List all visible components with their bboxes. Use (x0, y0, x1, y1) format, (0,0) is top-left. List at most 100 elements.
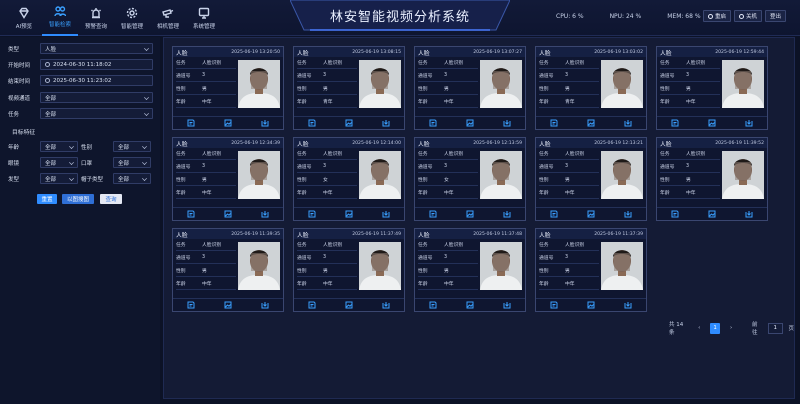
export-icon[interactable] (745, 210, 753, 218)
next-page-icon[interactable]: › (726, 323, 736, 334)
start-time-input[interactable]: 2024-06-30 11:18:02 (40, 59, 153, 70)
result-card[interactable]: 人脸 2025-06-19 13:20:50 任务 人脸识别 通道号 3 性别 男年龄 中年 (172, 46, 284, 130)
face-snapshot[interactable] (238, 151, 280, 199)
nav-camera-management[interactable]: 相机管理 (150, 0, 186, 36)
detail-icon[interactable] (550, 210, 558, 218)
image-icon[interactable] (466, 301, 474, 309)
face-snapshot[interactable] (238, 60, 280, 108)
face-snapshot[interactable] (480, 60, 522, 108)
detail-icon[interactable] (187, 210, 195, 218)
image-icon[interactable] (587, 119, 595, 127)
type-select[interactable]: 人脸 (40, 43, 153, 54)
face-snapshot[interactable] (601, 60, 643, 108)
export-icon[interactable] (382, 210, 390, 218)
detail-icon[interactable] (429, 301, 437, 309)
face-snapshot[interactable] (480, 242, 522, 290)
face-snapshot[interactable] (359, 60, 401, 108)
detail-icon[interactable] (308, 210, 316, 218)
glasses-select[interactable]: 全部 (40, 157, 78, 168)
export-icon[interactable] (261, 301, 269, 309)
detail-icon[interactable] (187, 119, 195, 127)
hat-select[interactable]: 全部 (113, 173, 151, 184)
page-1-button[interactable]: 1 (710, 322, 721, 334)
nav-system-management[interactable]: 系统管理 (186, 0, 222, 36)
result-card[interactable]: 人脸 2025-06-19 11:39:52 任务 人脸识别 通道号 3 性别 男年龄 中年 (656, 137, 768, 221)
face-snapshot[interactable] (238, 242, 280, 290)
export-icon[interactable] (261, 119, 269, 127)
restart-button[interactable]: 重启 (703, 10, 732, 22)
result-card[interactable]: 人脸 2025-06-19 13:03:02 任务 人脸识别 通道号 3 性别 男年龄 青年 (535, 46, 647, 130)
image-icon[interactable] (587, 210, 595, 218)
image-icon[interactable] (345, 301, 353, 309)
face-snapshot[interactable] (359, 151, 401, 199)
goto-page-input[interactable]: 1 (767, 322, 783, 334)
query-button[interactable]: 查询 (100, 194, 122, 204)
export-icon[interactable] (382, 119, 390, 127)
face-snapshot[interactable] (359, 242, 401, 290)
detail-icon[interactable] (308, 119, 316, 127)
end-time-input[interactable]: 2025-06-30 11:23:02 (40, 75, 153, 86)
result-card[interactable]: 人脸 2025-06-19 11:37:39 任务 人脸识别 通道号 3 性别 男年龄 中年 (535, 228, 647, 312)
field-label: 年龄 (539, 191, 549, 196)
filter-panel: 类型 人脸 开始时间 2024-06-30 11:18:02 结束时间 2025… (0, 37, 160, 404)
image-icon[interactable] (224, 119, 232, 127)
face-snapshot[interactable] (722, 60, 764, 108)
detail-icon[interactable] (550, 301, 558, 309)
result-card[interactable]: 人脸 2025-06-19 12:13:59 任务 人脸识别 通道号 3 性别 女年龄 中年 (414, 137, 526, 221)
image-icon[interactable] (345, 119, 353, 127)
result-card[interactable]: 人脸 2025-06-19 12:14:00 任务 人脸识别 通道号 3 性别 女年龄 中年 (293, 137, 405, 221)
nav-ai-preview[interactable]: AI预览 (6, 0, 42, 36)
prev-page-icon[interactable]: ‹ (694, 323, 704, 334)
image-icon[interactable] (587, 301, 595, 309)
card-actions (657, 116, 767, 129)
export-icon[interactable] (382, 301, 390, 309)
export-icon[interactable] (624, 210, 632, 218)
age-select[interactable]: 全部 (40, 141, 78, 152)
export-icon[interactable] (503, 119, 511, 127)
detail-icon[interactable] (429, 119, 437, 127)
result-card[interactable]: 人脸 2025-06-19 12:13:21 任务 人脸识别 通道号 3 性别 男年龄 中年 (535, 137, 647, 221)
reset-button[interactable]: 重置 (37, 194, 57, 204)
nav-smart-search[interactable]: 智能检索 (42, 0, 78, 36)
image-icon[interactable] (224, 301, 232, 309)
result-card[interactable]: 人脸 2025-06-19 11:37:49 任务 人脸识别 通道号 3 性别 男年龄 中年 (293, 228, 405, 312)
export-icon[interactable] (745, 119, 753, 127)
export-icon[interactable] (503, 301, 511, 309)
result-card[interactable]: 人脸 2025-06-19 11:37:48 任务 人脸识别 通道号 3 性别 男年龄 中年 (414, 228, 526, 312)
export-icon[interactable] (503, 210, 511, 218)
shutdown-button[interactable]: 关机 (734, 10, 763, 22)
result-card[interactable]: 人脸 2025-06-19 11:39:35 任务 人脸识别 通道号 3 性别 男年龄 中年 (172, 228, 284, 312)
channel-select[interactable]: 全部 (40, 92, 153, 103)
nav-smart-management[interactable]: 智能管理 (114, 0, 150, 36)
detail-icon[interactable] (671, 119, 679, 127)
detail-icon[interactable] (429, 210, 437, 218)
result-card[interactable]: 人脸 2025-06-19 13:07:27 任务 人脸识别 通道号 3 性别 男年龄 中年 (414, 46, 526, 130)
detail-icon[interactable] (187, 301, 195, 309)
detail-icon[interactable] (550, 119, 558, 127)
export-icon[interactable] (624, 119, 632, 127)
face-snapshot[interactable] (601, 242, 643, 290)
export-icon[interactable] (261, 210, 269, 218)
image-icon[interactable] (708, 119, 716, 127)
gender-select[interactable]: 全部 (113, 141, 151, 152)
export-icon[interactable] (624, 301, 632, 309)
nav-alert-query[interactable]: 预警查询 (78, 0, 114, 36)
face-snapshot[interactable] (601, 151, 643, 199)
image-icon[interactable] (466, 210, 474, 218)
result-card[interactable]: 人脸 2025-06-19 13:08:15 任务 人脸识别 通道号 3 性别 男年龄 青年 (293, 46, 405, 130)
mask-select[interactable]: 全部 (113, 157, 151, 168)
task-select[interactable]: 全部 (40, 108, 153, 119)
detail-icon[interactable] (308, 301, 316, 309)
image-icon[interactable] (345, 210, 353, 218)
image-icon[interactable] (708, 210, 716, 218)
logout-button[interactable]: 登出 (765, 10, 787, 22)
image-search-button[interactable]: 以图搜图 (62, 194, 94, 204)
face-snapshot[interactable] (722, 151, 764, 199)
image-icon[interactable] (224, 210, 232, 218)
detail-icon[interactable] (671, 210, 679, 218)
hair-select[interactable]: 全部 (40, 173, 78, 184)
result-card[interactable]: 人脸 2025-06-19 12:34:39 任务 人脸识别 通道号 3 性别 男年龄 中年 (172, 137, 284, 221)
face-snapshot[interactable] (480, 151, 522, 199)
result-card[interactable]: 人脸 2025-06-19 12:59:44 任务 人脸识别 通道号 3 性别 男年龄 中年 (656, 46, 768, 130)
image-icon[interactable] (466, 119, 474, 127)
